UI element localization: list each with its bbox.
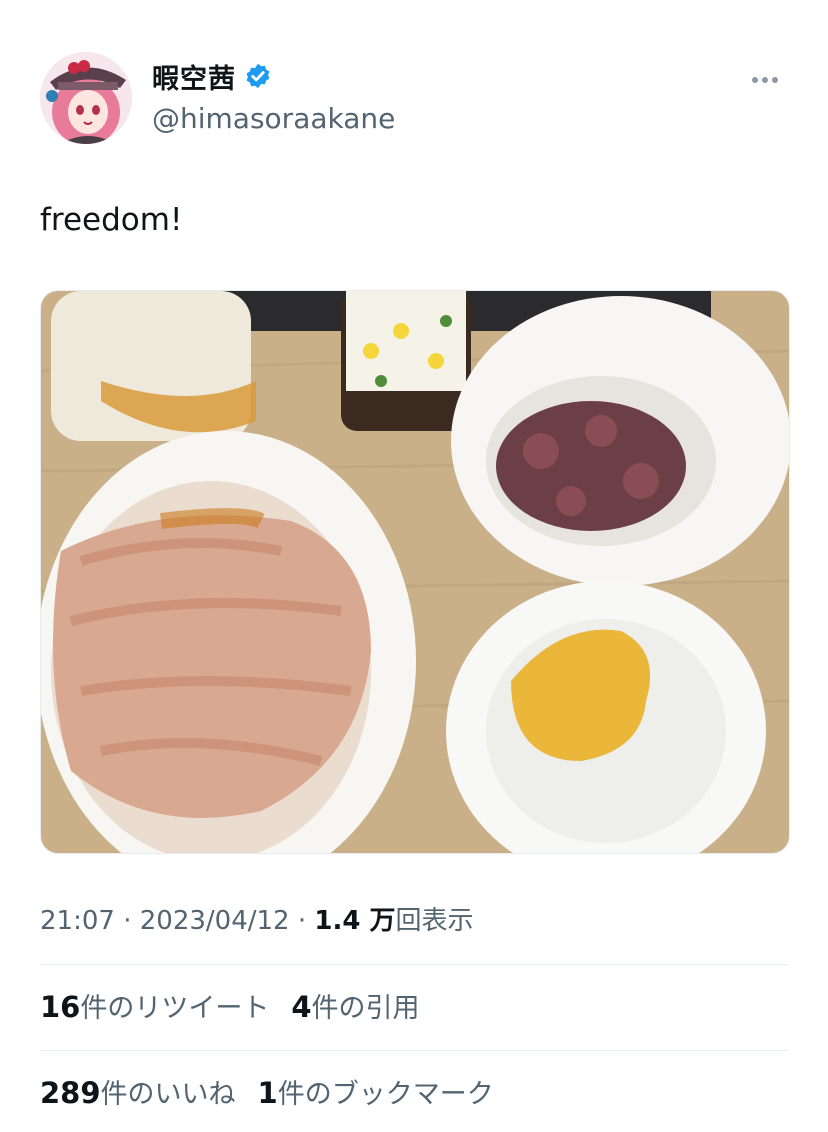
more-options-icon[interactable]	[752, 68, 784, 84]
divider	[40, 1050, 788, 1051]
display-name[interactable]: 暇空茜	[152, 57, 236, 96]
tweet-date[interactable]: 2023/04/12	[140, 906, 290, 936]
stats-row-retweets: 16件のリツイート 4件の引用	[40, 986, 442, 1025]
bookmarks-label: 件のブックマーク	[277, 1079, 494, 1110]
tweet-time[interactable]: 21:07	[40, 906, 115, 936]
divider	[40, 964, 788, 965]
quotes-stat[interactable]: 4件の引用	[291, 986, 419, 1025]
author-info: 暇空茜 @himasoraakane	[152, 56, 395, 136]
tweet-header: 暇空茜 @himasoraakane	[40, 48, 790, 148]
quotes-label: 件の引用	[311, 993, 420, 1024]
quotes-count: 4	[291, 990, 312, 1024]
tweet-text: freedom!	[40, 202, 183, 238]
avatar[interactable]	[40, 52, 132, 144]
views-count: 1.4 万	[314, 906, 396, 936]
likes-label: 件のいいね	[100, 1079, 236, 1110]
author-handle[interactable]: @himasoraakane	[152, 102, 395, 135]
likes-stat[interactable]: 289件のいいね	[40, 1072, 236, 1111]
tweet-meta: 21:07 · 2023/04/12 · 1.4 万回表示	[40, 900, 474, 937]
likes-count: 289	[40, 1076, 101, 1110]
bookmarks-count: 1	[257, 1076, 278, 1110]
retweets-count: 16	[40, 990, 81, 1024]
food-photo-image	[41, 291, 789, 853]
retweets-label: 件のリツイート	[80, 993, 270, 1024]
retweets-stat[interactable]: 16件のリツイート	[40, 986, 269, 1025]
meta-separator-2: ·	[297, 906, 307, 936]
meta-separator: ·	[123, 906, 132, 936]
stats-row-likes: 289件のいいね 1件のブックマーク	[40, 1072, 516, 1111]
tweet-photo[interactable]	[40, 290, 790, 854]
bookmarks-stat[interactable]: 1件のブックマーク	[258, 1072, 494, 1111]
verified-badge-icon	[246, 63, 270, 89]
display-name-row: 暇空茜	[152, 56, 395, 96]
views-label: 回表示	[395, 906, 474, 936]
